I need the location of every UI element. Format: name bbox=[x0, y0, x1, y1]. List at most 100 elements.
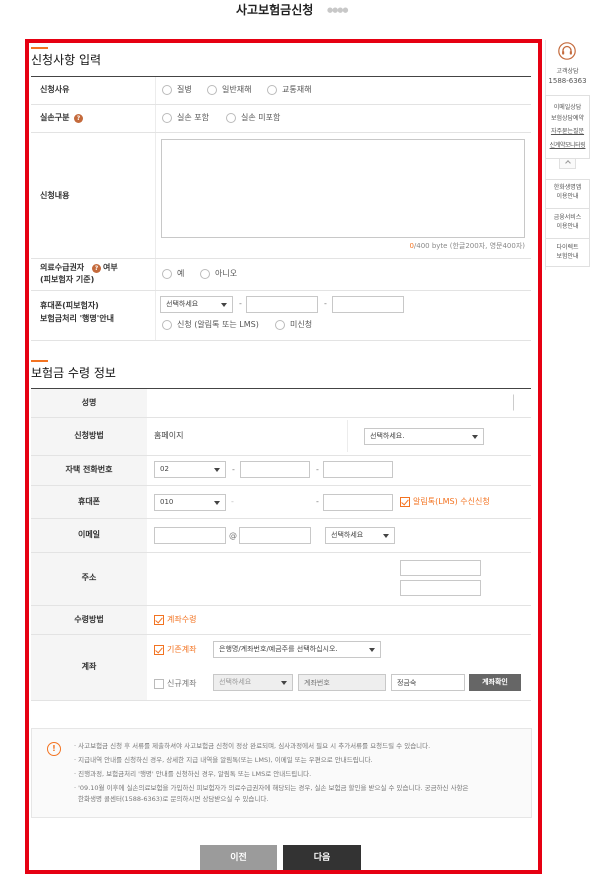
notice-phone-middle-input[interactable] bbox=[246, 296, 318, 313]
row-divider bbox=[31, 605, 531, 606]
loss-type-label: 실손구분 bbox=[40, 113, 70, 122]
section-title-receive: 보험금 수령 정보 bbox=[31, 366, 116, 380]
reason-option-label[interactable]: 질병 bbox=[177, 85, 192, 95]
home-phone-label: 자택 전화번호 bbox=[65, 465, 113, 474]
method-select-value: 선택하세요. bbox=[370, 432, 405, 440]
account-holder-input[interactable] bbox=[391, 674, 465, 691]
guide-divider bbox=[545, 208, 590, 209]
email-domain-select[interactable]: 선택하세요 bbox=[325, 527, 395, 544]
section-title-apply: 신청사항 입력 bbox=[31, 53, 102, 67]
column-divider bbox=[347, 420, 348, 452]
guide-app-title[interactable]: 한화생명앱 bbox=[545, 184, 590, 192]
carrier-select[interactable]: 선택하세요 bbox=[160, 296, 233, 313]
loss-radio-excluded[interactable] bbox=[226, 113, 236, 123]
home-area-code-select[interactable]: 02 bbox=[154, 461, 226, 478]
bank-select-value: 선택하세요 bbox=[219, 678, 252, 686]
guide-app-sub[interactable]: 이용안내 bbox=[545, 193, 590, 201]
address-line2-input[interactable] bbox=[400, 580, 481, 596]
notice-phone-sublabel: 보험금처리 '행명'안내 bbox=[40, 314, 114, 323]
sms-opt-in-label[interactable]: 알림톡(LMS) 수신신청 bbox=[413, 497, 490, 507]
medical-aid-option-label[interactable]: 예 bbox=[177, 269, 184, 279]
email-domain-input[interactable] bbox=[239, 527, 311, 544]
reason-option-label[interactable]: 교통재해 bbox=[282, 85, 311, 95]
loss-option-label[interactable]: 실손 미포함 bbox=[241, 113, 280, 123]
name-label: 성명 bbox=[81, 398, 97, 407]
row-divider bbox=[31, 104, 531, 105]
phone-separator: - bbox=[231, 497, 234, 506]
home-phone-last-input[interactable] bbox=[323, 461, 393, 478]
sidebar-link-monitoring[interactable]: 신계약모니터링 bbox=[545, 142, 590, 150]
mobile-middle-input[interactable] bbox=[239, 494, 309, 511]
notice-option-label[interactable]: 미신청 bbox=[290, 320, 312, 330]
sidebar-link-faq[interactable]: 자주묻는질문 bbox=[545, 128, 590, 136]
reason-option-label[interactable]: 일반재해 bbox=[222, 85, 251, 95]
guide-direct-sub[interactable]: 보험안내 bbox=[545, 253, 590, 261]
existing-account-select[interactable]: 은행명/계좌번호/예금주를 선택하십시오. bbox=[213, 641, 381, 658]
loss-radio-included[interactable] bbox=[162, 113, 172, 123]
question-icon[interactable]: ? bbox=[92, 264, 101, 273]
reason-radio-general-accident[interactable] bbox=[207, 85, 217, 95]
mobile-prefix-select[interactable]: 010 bbox=[154, 494, 226, 511]
bank-select[interactable]: 선택하세요 bbox=[213, 674, 293, 691]
question-icon[interactable]: ? bbox=[74, 114, 83, 123]
prev-button[interactable]: 이전 bbox=[200, 845, 277, 871]
medical-aid-radio-yes[interactable] bbox=[162, 269, 172, 279]
account-receive-checkbox[interactable] bbox=[154, 615, 164, 625]
row-divider bbox=[31, 290, 531, 291]
method-value: 홈페이지 bbox=[154, 431, 184, 440]
consult-phone[interactable]: 1588-6363 bbox=[545, 77, 590, 85]
notice-line: · 사고보험금 신청 후 서류를 제출하셔야 사고보험금 신청이 정상 완료되며… bbox=[74, 742, 431, 750]
email-local-input[interactable] bbox=[154, 527, 226, 544]
notice-line: · 진행과정, 보험금처리 '행명' 안내를 신청하신 경우, 알림톡 또는 L… bbox=[74, 770, 312, 778]
new-account-label[interactable]: 신규계좌 bbox=[167, 679, 196, 689]
notice-radio-apply[interactable] bbox=[162, 320, 172, 330]
section-divider bbox=[31, 76, 531, 77]
guide-finance-sub[interactable]: 이용안내 bbox=[545, 223, 590, 231]
row-divider bbox=[31, 455, 531, 456]
sms-opt-in-checkbox[interactable] bbox=[400, 497, 410, 507]
reason-radio-traffic-accident[interactable] bbox=[267, 85, 277, 95]
phone-separator: - bbox=[316, 465, 319, 474]
medical-aid-radio-no[interactable] bbox=[200, 269, 210, 279]
address-line1-input[interactable] bbox=[400, 560, 481, 576]
caret-down-icon bbox=[281, 681, 287, 685]
email-at-sign: @ bbox=[229, 531, 237, 540]
row-divider bbox=[31, 132, 531, 133]
notice-line: 한화생명 콜센터(1588-6363)로 문의하시면 상담받으실 수 있습니다. bbox=[78, 795, 269, 803]
sidebar-link-reservation[interactable]: 보험상담예약 bbox=[545, 115, 590, 123]
new-account-checkbox[interactable] bbox=[154, 679, 164, 689]
notice-option-label[interactable]: 신청 (알림톡 또는 LMS) bbox=[177, 320, 259, 330]
guide-finance-title[interactable]: 금융서비스 bbox=[545, 214, 590, 222]
account-number-input[interactable] bbox=[298, 674, 386, 691]
medical-aid-option-label[interactable]: 아니오 bbox=[215, 269, 237, 279]
notice-phone-last-input[interactable] bbox=[332, 296, 404, 313]
row-divider bbox=[31, 518, 531, 519]
notice-radio-decline[interactable] bbox=[275, 320, 285, 330]
caret-down-icon bbox=[383, 534, 389, 538]
verify-account-button[interactable]: 계좌확인 bbox=[469, 674, 521, 691]
content-textarea[interactable] bbox=[161, 139, 525, 238]
mobile-last-input[interactable] bbox=[323, 494, 393, 511]
reason-radio-illness[interactable] bbox=[162, 85, 172, 95]
next-button[interactable]: 다음 bbox=[283, 845, 361, 871]
receive-method-label: 수령방법 bbox=[74, 615, 104, 624]
step-indicator: ●●●● bbox=[327, 6, 348, 14]
loss-option-label[interactable]: 실손 포함 bbox=[177, 113, 209, 123]
sidebar-link-email[interactable]: 이메일상담 bbox=[545, 104, 590, 112]
guide-direct-title[interactable]: 다이렉트 bbox=[545, 244, 590, 252]
guide-divider bbox=[545, 238, 590, 239]
row-divider bbox=[31, 485, 531, 486]
existing-account-label[interactable]: 기존계좌 bbox=[167, 645, 196, 655]
name-input[interactable] bbox=[360, 394, 514, 411]
chevron-up-icon[interactable] bbox=[559, 159, 576, 169]
home-phone-middle-input[interactable] bbox=[240, 461, 310, 478]
phone-separator: - bbox=[232, 465, 235, 474]
row-divider bbox=[31, 417, 531, 418]
caret-down-icon bbox=[369, 648, 375, 652]
headset-icon[interactable] bbox=[558, 42, 576, 60]
method-select[interactable]: 선택하세요. bbox=[364, 428, 484, 445]
email-domain-select-value: 선택하세요 bbox=[331, 531, 364, 539]
account-receive-label[interactable]: 계좌수령 bbox=[167, 615, 196, 625]
existing-account-checkbox[interactable] bbox=[154, 645, 164, 655]
medical-aid-sublabel: (피보험자 기준) bbox=[40, 275, 95, 284]
